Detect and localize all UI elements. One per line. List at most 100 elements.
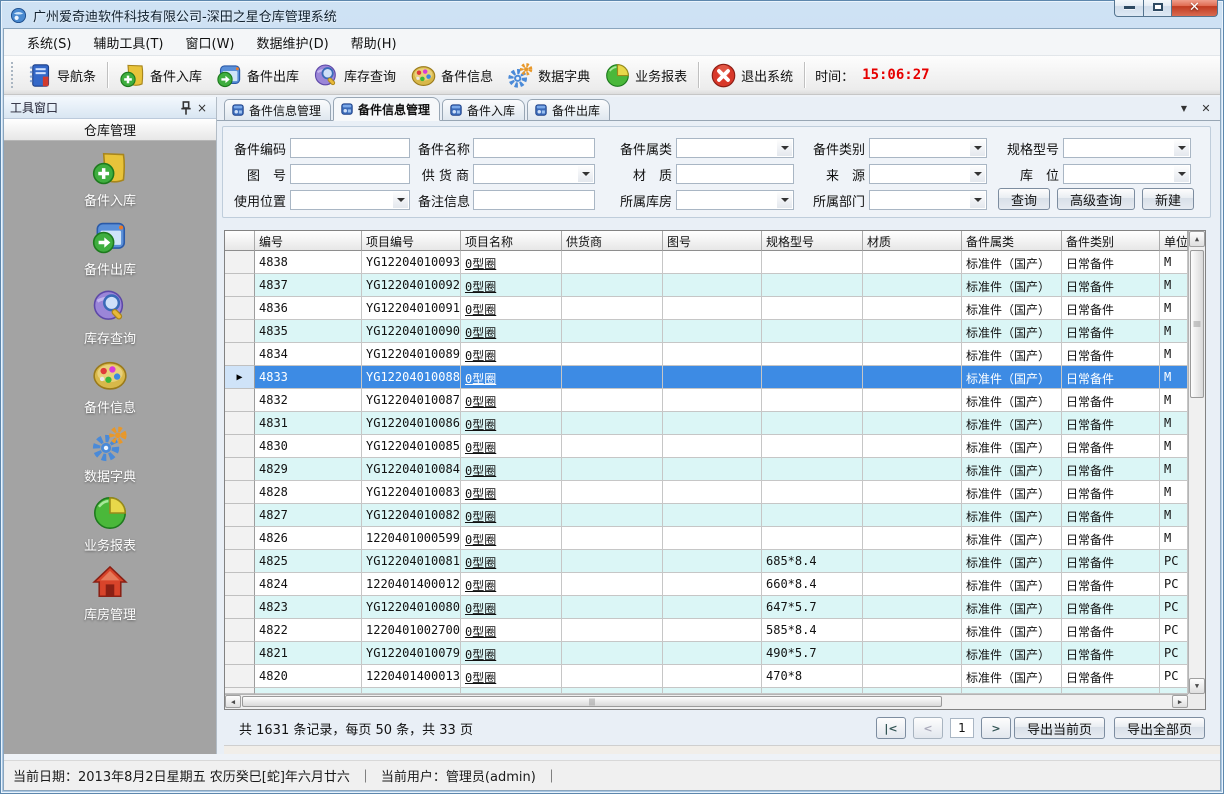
cell-规格型号[interactable] <box>762 435 863 458</box>
cell-供货商[interactable] <box>562 527 663 550</box>
cell-单位[interactable]: M <box>1160 320 1188 343</box>
cell-项目名称[interactable]: 0型圈 <box>461 343 562 366</box>
cell-备件属类[interactable]: 标准件（国产） <box>962 366 1062 389</box>
cell-规格型号[interactable]: 585*8.4 <box>762 619 863 642</box>
cell-单位[interactable]: M <box>1160 297 1188 320</box>
cell-供货商[interactable] <box>562 251 663 274</box>
combo-arrow-icon[interactable] <box>393 192 408 208</box>
cell-规格型号[interactable]: 490*5.7 <box>762 642 863 665</box>
cell-规格型号[interactable] <box>762 366 863 389</box>
tab-0-备件信息管理[interactable]: 备件信息管理 <box>224 99 331 120</box>
cell-规格型号[interactable]: 685*8.4 <box>762 550 863 573</box>
cell-规格型号[interactable]: 647*5.7 <box>762 596 863 619</box>
sidebar-item-business-report[interactable]: 业务报表 <box>4 494 216 563</box>
combo-arrow-icon[interactable] <box>777 192 792 208</box>
table-row[interactable]: ▶4833YG122040100880型圈标准件（国产）日常备件M <box>225 366 1188 389</box>
cell-规格型号[interactable] <box>762 504 863 527</box>
cell-备件属类[interactable]: 标准件（国产） <box>962 297 1062 320</box>
cell-图号[interactable] <box>663 435 762 458</box>
cell-供货商[interactable] <box>562 366 663 389</box>
combo-arrow-icon[interactable] <box>578 166 593 182</box>
cell-备件类别[interactable]: 日常备件 <box>1062 435 1160 458</box>
table-row[interactable]: 4837YG122040100920型圈标准件（国产）日常备件M <box>225 274 1188 297</box>
cell-备件属类[interactable]: 标准件（国产） <box>962 481 1062 504</box>
tab-close-icon[interactable]: ✕ <box>1198 100 1214 116</box>
cell-图号[interactable] <box>663 596 762 619</box>
row-selector[interactable] <box>225 389 255 412</box>
cell-规格型号[interactable] <box>762 297 863 320</box>
new-button[interactable]: 新建 <box>1142 188 1194 210</box>
cell-备件类别[interactable]: 日常备件 <box>1062 527 1160 550</box>
cell-图号[interactable] <box>663 274 762 297</box>
cell-供货商[interactable] <box>562 297 663 320</box>
cell-供货商[interactable] <box>562 573 663 596</box>
sidebar-item-stock-query[interactable]: 库存查询 <box>4 287 216 356</box>
cell-项目名称[interactable]: 0型圈 <box>461 320 562 343</box>
cell-单位[interactable]: M <box>1160 389 1188 412</box>
cell-单位[interactable]: PC <box>1160 550 1188 573</box>
combo-arrow-icon[interactable] <box>970 166 985 182</box>
cell-供货商[interactable] <box>562 504 663 527</box>
table-row[interactable]: 482012204014000130型圈470*8标准件（国产）日常备件PC <box>225 665 1188 688</box>
cell-项目编号[interactable]: YG12204010093 <box>362 251 461 274</box>
cell-图号[interactable] <box>663 504 762 527</box>
export-all-pages-button[interactable]: 导出全部页 <box>1114 717 1205 739</box>
cell-供货商[interactable] <box>562 481 663 504</box>
cell-备件属类[interactable]: 标准件（国产） <box>962 573 1062 596</box>
combo-arrow-icon[interactable] <box>777 140 792 156</box>
cell-备件属类[interactable]: 标准件（国产） <box>962 435 1062 458</box>
combo-来源[interactable] <box>869 164 987 184</box>
cell-供货商[interactable] <box>562 435 663 458</box>
sidebar-item-parts-outbound[interactable]: 备件出库 <box>4 218 216 287</box>
cell-规格型号[interactable] <box>762 343 863 366</box>
next-page-button[interactable]: > <box>981 717 1011 739</box>
cell-单位[interactable]: M <box>1160 366 1188 389</box>
toolbar-button-stock-query[interactable]: 库存查询 <box>306 59 403 92</box>
cell-项目名称[interactable]: 0型圈 <box>461 481 562 504</box>
combo-供货商[interactable] <box>473 164 595 184</box>
cell-材质[interactable] <box>863 389 962 412</box>
cell-材质[interactable] <box>863 550 962 573</box>
cell-单位[interactable]: M <box>1160 481 1188 504</box>
cell-单位[interactable]: M <box>1160 251 1188 274</box>
cell-备件属类[interactable]: 标准件（国产） <box>962 642 1062 665</box>
cell-规格型号[interactable] <box>762 274 863 297</box>
cell-项目编号[interactable]: 1220401002700 <box>362 619 461 642</box>
cell-材质[interactable] <box>863 297 962 320</box>
minimize-button[interactable] <box>1114 0 1144 17</box>
cell-项目编号[interactable]: YG12204010079 <box>362 642 461 665</box>
cell-项目编号[interactable]: YG12204010088 <box>362 366 461 389</box>
cell-项目名称[interactable]: 0型圈 <box>461 412 562 435</box>
cell-备件属类[interactable]: 标准件（国产） <box>962 550 1062 573</box>
cell-备件属类[interactable]: 标准件（国产） <box>962 504 1062 527</box>
cell-图号[interactable] <box>663 619 762 642</box>
cell-规格型号[interactable] <box>762 412 863 435</box>
cell-供货商[interactable] <box>562 343 663 366</box>
cell-编号[interactable]: 4820 <box>255 665 362 688</box>
combo-备件类别[interactable] <box>869 138 987 158</box>
cell-备件属类[interactable]: 标准件（国产） <box>962 320 1062 343</box>
cell-备件类别[interactable]: 日常备件 <box>1062 596 1160 619</box>
table-row[interactable]: 4825YG122040100810型圈685*8.4标准件（国产）日常备件PC <box>225 550 1188 573</box>
cell-备件类别[interactable]: 日常备件 <box>1062 665 1160 688</box>
cell-材质[interactable] <box>863 642 962 665</box>
cell-项目编号[interactable]: YG12204010086 <box>362 412 461 435</box>
cell-备件属类[interactable]: 标准件（国产） <box>962 665 1062 688</box>
cell-图号[interactable] <box>663 642 762 665</box>
input-备件名称[interactable] <box>473 138 595 158</box>
first-page-button[interactable]: |< <box>876 717 906 739</box>
cell-项目编号[interactable]: 1220401400013 <box>362 665 461 688</box>
toolbar-button-data-dictionary[interactable]: 数据字典 <box>500 59 597 92</box>
cell-供货商[interactable] <box>562 320 663 343</box>
cell-图号[interactable] <box>663 527 762 550</box>
combo-arrow-icon[interactable] <box>1174 140 1189 156</box>
scroll-right-icon[interactable]: ▶ <box>1172 695 1188 708</box>
cell-备件类别[interactable]: 日常备件 <box>1062 274 1160 297</box>
cell-备件类别[interactable]: 日常备件 <box>1062 389 1160 412</box>
toolbar-button-business-report[interactable]: 业务报表 <box>597 59 694 92</box>
cell-单位[interactable]: M <box>1160 343 1188 366</box>
cell-规格型号[interactable]: 660*8.4 <box>762 573 863 596</box>
column-header-项目名称[interactable]: 项目名称 <box>461 231 562 251</box>
cell-项目编号[interactable]: YG12204010087 <box>362 389 461 412</box>
cell-材质[interactable] <box>863 504 962 527</box>
